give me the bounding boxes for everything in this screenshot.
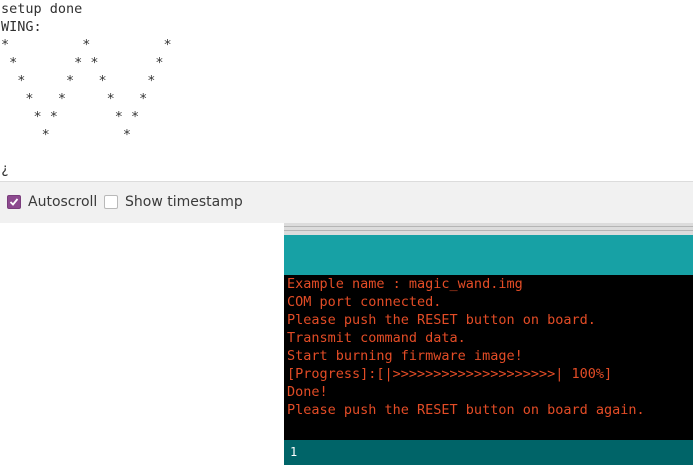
serial-line: * * * * [1,91,148,107]
panel-splitter[interactable] [284,223,693,235]
console-line: Please push the RESET button on board. [287,312,596,328]
serial-line: * * * * [1,73,156,89]
show-timestamp-checkbox[interactable] [104,195,118,209]
status-bar: 1 [284,440,693,465]
console-line: Please push the RESET button on board ag… [287,402,645,418]
autoscroll-label[interactable]: Autoscroll [28,194,97,211]
console-line: Example name : magic_wand.img [287,276,523,292]
serial-line: * * * [1,37,172,53]
console-output[interactable]: Example name : magic_wand.img COM port c… [284,275,693,440]
console-message-bar [284,235,693,275]
console-line: Transmit command data. [287,330,466,346]
serial-line: WING: [1,19,42,35]
desktop-background [0,223,284,465]
serial-line: * * [1,127,132,143]
serial-line: setup done [1,1,83,17]
console-line: Start burning firmware image! [287,348,523,364]
line-number-indicator: 1 [290,445,298,459]
serial-line: * * * * [1,109,140,125]
serial-monitor-options-bar: Autoscroll Show timestamp [0,181,693,224]
serial-line: * * * * [1,55,164,71]
show-timestamp-label[interactable]: Show timestamp [125,194,243,211]
autoscroll-checkbox[interactable] [7,195,21,209]
ide-console-panel: Example name : magic_wand.img COM port c… [284,223,693,465]
serial-line: ¿ [1,161,10,177]
console-line: COM port connected. [287,294,442,310]
console-line: [Progress]:[|>>>>>>>>>>>>>>>>>>>>| 100%] [287,366,613,382]
checkmark-icon [9,198,19,206]
console-line: Done! [287,384,328,400]
serial-monitor-output[interactable]: setup done WING: * * * * * * * * * * * *… [0,0,693,181]
